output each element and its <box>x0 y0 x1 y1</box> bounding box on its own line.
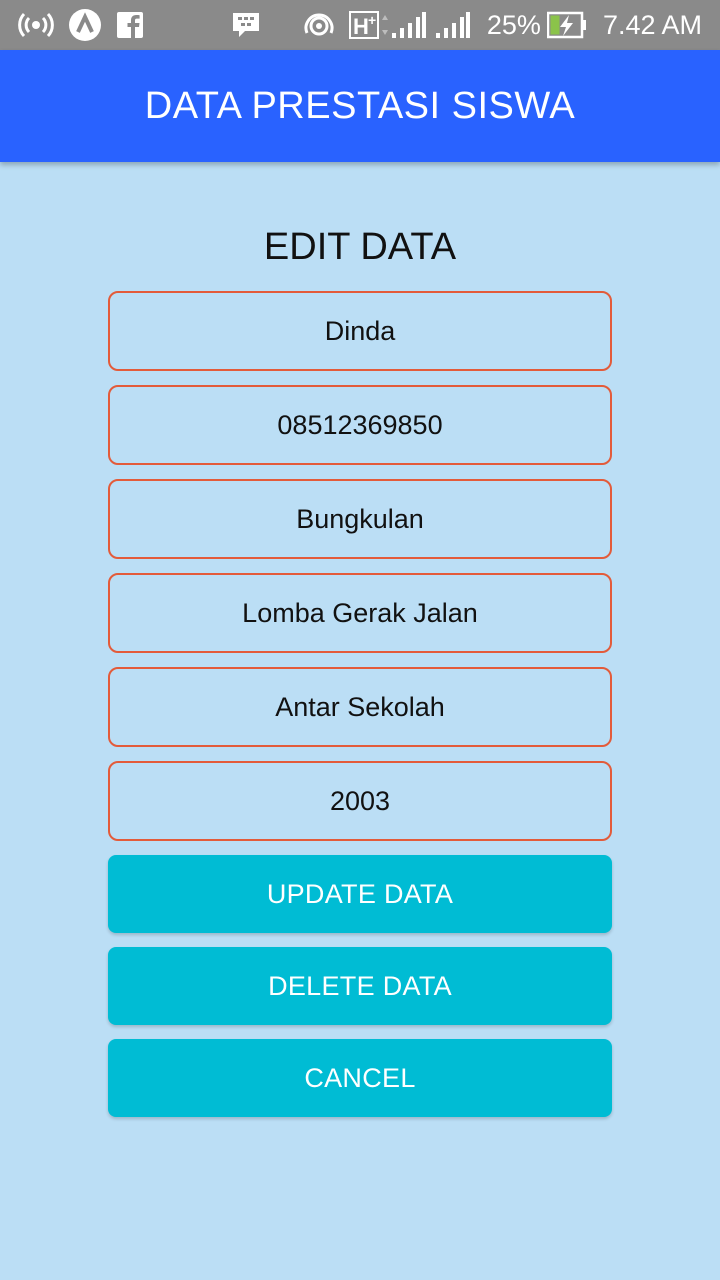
app-a-icon <box>68 8 102 42</box>
svg-text:+: + <box>368 12 376 28</box>
wifi-icon <box>303 11 335 39</box>
address-field[interactable]: Bungkulan <box>108 479 612 559</box>
bbm-icon <box>231 11 261 39</box>
facebook-icon <box>116 11 144 39</box>
phone-field[interactable]: 08512369850 <box>108 385 612 465</box>
hplus-icon: H + <box>348 10 389 40</box>
signal-icon-2 <box>435 11 471 39</box>
svg-text:H: H <box>353 14 369 39</box>
year-field[interactable]: 2003 <box>108 761 612 841</box>
edit-data-title: EDIT DATA <box>263 226 457 268</box>
app-bar: DATA PRESTASI SISWA <box>0 50 720 162</box>
status-bar-left <box>18 0 144 50</box>
app-title: DATA PRESTASI SISWA <box>144 84 576 127</box>
name-field[interactable]: Dinda <box>108 291 612 371</box>
signal-icon <box>391 11 427 39</box>
hotspot-icon <box>18 11 54 39</box>
competition-field[interactable]: Lomba Gerak Jalan <box>108 573 612 653</box>
level-field[interactable]: Antar Sekolah <box>108 667 612 747</box>
battery-charging-icon <box>546 11 587 39</box>
status-bar: H + 25% 7.42 AM <box>0 0 720 50</box>
update-data-button[interactable]: UPDATE DATA <box>108 855 612 933</box>
cancel-button[interactable]: CANCEL <box>108 1039 612 1117</box>
status-bar-right: H + 25% 7.42 AM <box>231 0 702 50</box>
delete-data-button[interactable]: DELETE DATA <box>108 947 612 1025</box>
battery-percent: 25% <box>486 9 541 40</box>
status-time: 7.42 AM <box>602 9 702 40</box>
